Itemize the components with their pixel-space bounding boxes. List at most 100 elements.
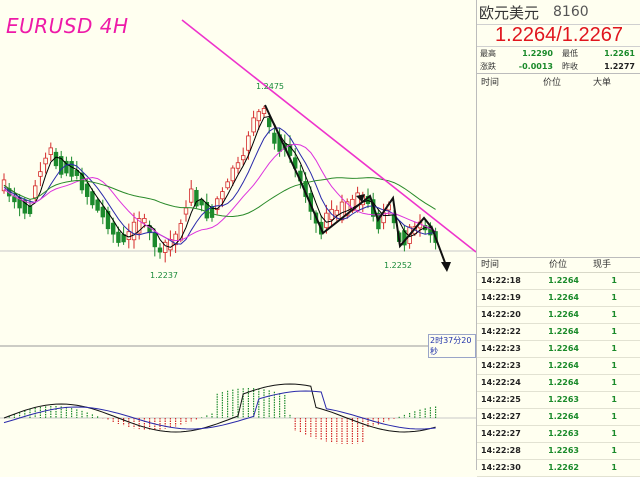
tick-volume: 1 — [611, 293, 617, 302]
candle-body — [33, 185, 38, 199]
tick-price: 1.2264 — [548, 378, 579, 387]
tick-row[interactable]: 14:22:23 1.2264 1 — [477, 341, 640, 358]
tick-volume: 1 — [611, 378, 617, 387]
candle-body — [246, 135, 251, 151]
tick-row[interactable]: 14:22:18 1.2264 1 — [477, 273, 640, 290]
candlestick-chart-panel[interactable]: EURUSD 4H 1.2475 1.2237 1.2252 2时37分20秒 — [0, 0, 476, 470]
stat-label: 昨收 — [562, 62, 578, 71]
tick-price: 1.2264 — [548, 327, 579, 336]
candle-body — [90, 191, 95, 206]
candle-body — [261, 108, 267, 114]
tick-volume: 1 — [611, 276, 617, 285]
ma-line-mid — [3, 127, 436, 245]
col-volume: 现手 — [592, 260, 611, 270]
tick-volume: 1 — [611, 344, 617, 353]
candle-body — [126, 231, 131, 240]
col-time: 时间 — [481, 260, 500, 270]
tick-row[interactable]: 14:22:19 1.2264 1 — [477, 290, 640, 307]
candle-body — [188, 188, 194, 203]
tick-price: 1.2262 — [548, 463, 579, 472]
stat-label: 涨跌 — [480, 62, 496, 71]
tick-volume: 1 — [611, 327, 617, 336]
bid-ask-price: 1.2264/1.2267 — [477, 25, 640, 47]
candle-body — [199, 199, 204, 206]
candle-body — [334, 209, 339, 216]
tick-price: 1.2264 — [548, 361, 579, 370]
tick-row[interactable]: 14:22:22 1.2264 1 — [477, 324, 640, 341]
candle-body — [251, 117, 256, 133]
tick-price: 1.2264 — [548, 293, 579, 302]
quote-stats: 最高 1.2290 最低 1.2261 涨跌 -0.0013 昨收 1.2277 — [477, 47, 640, 74]
tick-time: 14:22:23 — [481, 361, 521, 370]
candle-body — [48, 147, 53, 155]
macd-dif-line — [3, 383, 436, 433]
tick-volume: 1 — [611, 446, 617, 455]
tick-time: 14:22:18 — [481, 276, 521, 285]
tick-time: 14:22:23 — [481, 344, 521, 353]
tick-time: 14:22:24 — [481, 378, 521, 387]
candle-body — [220, 191, 225, 200]
quote-panel: 欧元美元 8160 1.2264/1.2267 最高 1.2290 最低 1.2… — [476, 0, 640, 477]
tick-volume: 1 — [611, 361, 617, 370]
tick-volume: 1 — [611, 310, 617, 319]
tick-row[interactable]: 14:22:25 1.2263 1 — [477, 392, 640, 409]
tick-price: 1.2264 — [548, 344, 579, 353]
tick-row[interactable]: 14:22:28 1.2263 1 — [477, 443, 640, 460]
candle-body — [272, 132, 277, 144]
candlestick-chart[interactable] — [0, 0, 476, 470]
large-order-list[interactable] — [477, 92, 640, 258]
tick-row[interactable]: 14:22:27 1.2264 1 — [477, 409, 640, 426]
candle-body — [225, 181, 230, 189]
candle-body — [131, 221, 137, 241]
stat-label: 最低 — [562, 49, 578, 58]
tick-row[interactable]: 14:22:24 1.2264 1 — [477, 375, 640, 392]
candle-body — [235, 162, 241, 169]
instrument-header: 欧元美元 8160 — [477, 0, 640, 25]
candle-body — [95, 199, 100, 211]
candle-body — [152, 232, 157, 248]
candle-body — [43, 157, 48, 165]
tick-row[interactable]: 14:22:23 1.2264 1 — [477, 358, 640, 375]
tick-time: 14:22:22 — [481, 327, 521, 336]
candle-body — [27, 205, 33, 215]
tick-price: 1.2263 — [548, 395, 579, 404]
tick-header: 时间 价位 现手 — [477, 258, 640, 273]
col-time: 时间 — [481, 78, 500, 88]
tick-row[interactable]: 14:22:30 1.2262 1 — [477, 460, 640, 477]
tick-time: 14:22:27 — [481, 412, 521, 421]
tick-volume: 1 — [611, 463, 617, 472]
stat-value: 1.2277 — [604, 62, 635, 71]
tick-time: 14:22:28 — [481, 446, 521, 455]
bar-countdown-timer: 2时37分20秒 — [428, 334, 476, 358]
low-price-label-1: 1.2237 — [150, 271, 178, 280]
tick-time: 14:22:25 — [481, 395, 521, 404]
tick-price: 1.2264 — [548, 276, 579, 285]
candle-body — [111, 222, 116, 235]
stats-row: 最高 1.2290 最低 1.2261 — [477, 47, 640, 60]
candle-body — [157, 247, 163, 253]
low-price-label-2: 1.2252 — [384, 261, 412, 270]
tick-time: 14:22:27 — [481, 429, 521, 438]
tick-price: 1.2263 — [548, 429, 579, 438]
large-order-header: 时间 价位 大单 — [477, 74, 640, 92]
tick-row[interactable]: 14:22:27 1.2263 1 — [477, 426, 640, 443]
tick-price: 1.2264 — [548, 310, 579, 319]
tick-row[interactable]: 14:22:20 1.2264 1 — [477, 307, 640, 324]
stat-value: 1.2290 — [522, 49, 553, 58]
candle-body — [230, 167, 235, 182]
candle-body — [266, 118, 272, 128]
candle-body — [142, 218, 147, 224]
tick-price: 1.2263 — [548, 446, 579, 455]
tick-time: 14:22:19 — [481, 293, 521, 302]
tick-time: 14:22:20 — [481, 310, 521, 319]
candle-body — [38, 171, 43, 177]
candle-body — [256, 111, 261, 122]
candle-body — [100, 206, 105, 218]
stat-value: 1.2261 — [604, 49, 635, 58]
instrument-name: 欧元美元 — [479, 3, 540, 22]
tick-list[interactable]: 14:22:18 1.2264 1 14:22:19 1.2264 1 14:22:20 1.… — [477, 273, 640, 477]
candle-body — [240, 155, 246, 161]
col-large-order: 大单 — [592, 78, 611, 88]
ma-line-long — [3, 143, 436, 242]
tick-price: 1.2264 — [548, 412, 579, 421]
